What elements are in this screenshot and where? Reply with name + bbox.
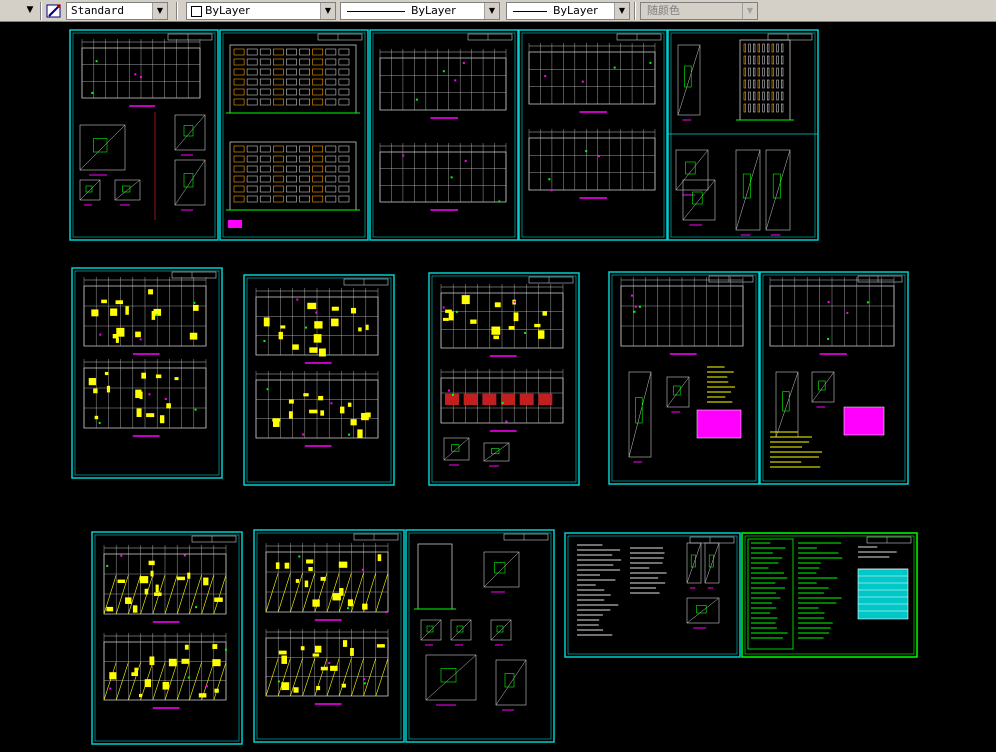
chevron-down-icon[interactable]: ▼ xyxy=(22,2,38,18)
plot-style-select[interactable]: 随颜色 ▼ xyxy=(640,2,758,20)
drawing-sheet[interactable] xyxy=(91,531,243,745)
line-sample xyxy=(347,11,405,12)
linetype-select[interactable]: ByLayer ▼ xyxy=(340,2,500,20)
drawing-sheet[interactable] xyxy=(667,29,819,241)
drawing-sheet[interactable] xyxy=(243,274,395,486)
color-swatch-icon xyxy=(191,6,202,17)
model-space-canvas[interactable] xyxy=(0,22,996,752)
drawing-sheet[interactable] xyxy=(71,267,223,479)
drawing-sheet[interactable] xyxy=(253,529,405,743)
drawing-sheet[interactable] xyxy=(518,29,668,241)
drawing-sheet[interactable] xyxy=(741,532,918,658)
drawing-sheet[interactable] xyxy=(219,29,369,241)
layer-select[interactable]: ByLayer ▼ xyxy=(186,2,336,20)
toolbar-separator xyxy=(40,2,42,20)
drawing-sheet[interactable] xyxy=(564,532,741,658)
drawing-sheet[interactable] xyxy=(69,29,219,241)
chevron-down-icon[interactable]: ▼ xyxy=(484,3,499,19)
drawing-sheet[interactable] xyxy=(608,271,760,485)
chevron-down-icon[interactable]: ▼ xyxy=(152,3,167,19)
toolbar-separator xyxy=(176,2,178,20)
text-style-icon[interactable] xyxy=(46,3,62,19)
chevron-down-icon[interactable]: ▼ xyxy=(614,3,629,19)
chevron-down-icon[interactable]: ▼ xyxy=(742,3,757,19)
drawing-sheets xyxy=(69,29,918,745)
properties-toolbar: ▼ Standard ▼ ByLayer ▼ ByLayer ▼ ByLayer… xyxy=(0,0,996,22)
drawing-sheet[interactable] xyxy=(405,529,555,743)
drawing-sheet[interactable] xyxy=(369,29,519,241)
line-sample xyxy=(513,11,547,12)
toolbar-separator xyxy=(634,2,636,20)
drawing-sheet[interactable] xyxy=(428,272,580,486)
text-style-select[interactable]: Standard ▼ xyxy=(66,2,168,20)
chevron-down-icon[interactable]: ▼ xyxy=(320,3,335,19)
lineweight-select[interactable]: ByLayer ▼ xyxy=(506,2,630,20)
drawing-sheet[interactable] xyxy=(759,271,909,485)
